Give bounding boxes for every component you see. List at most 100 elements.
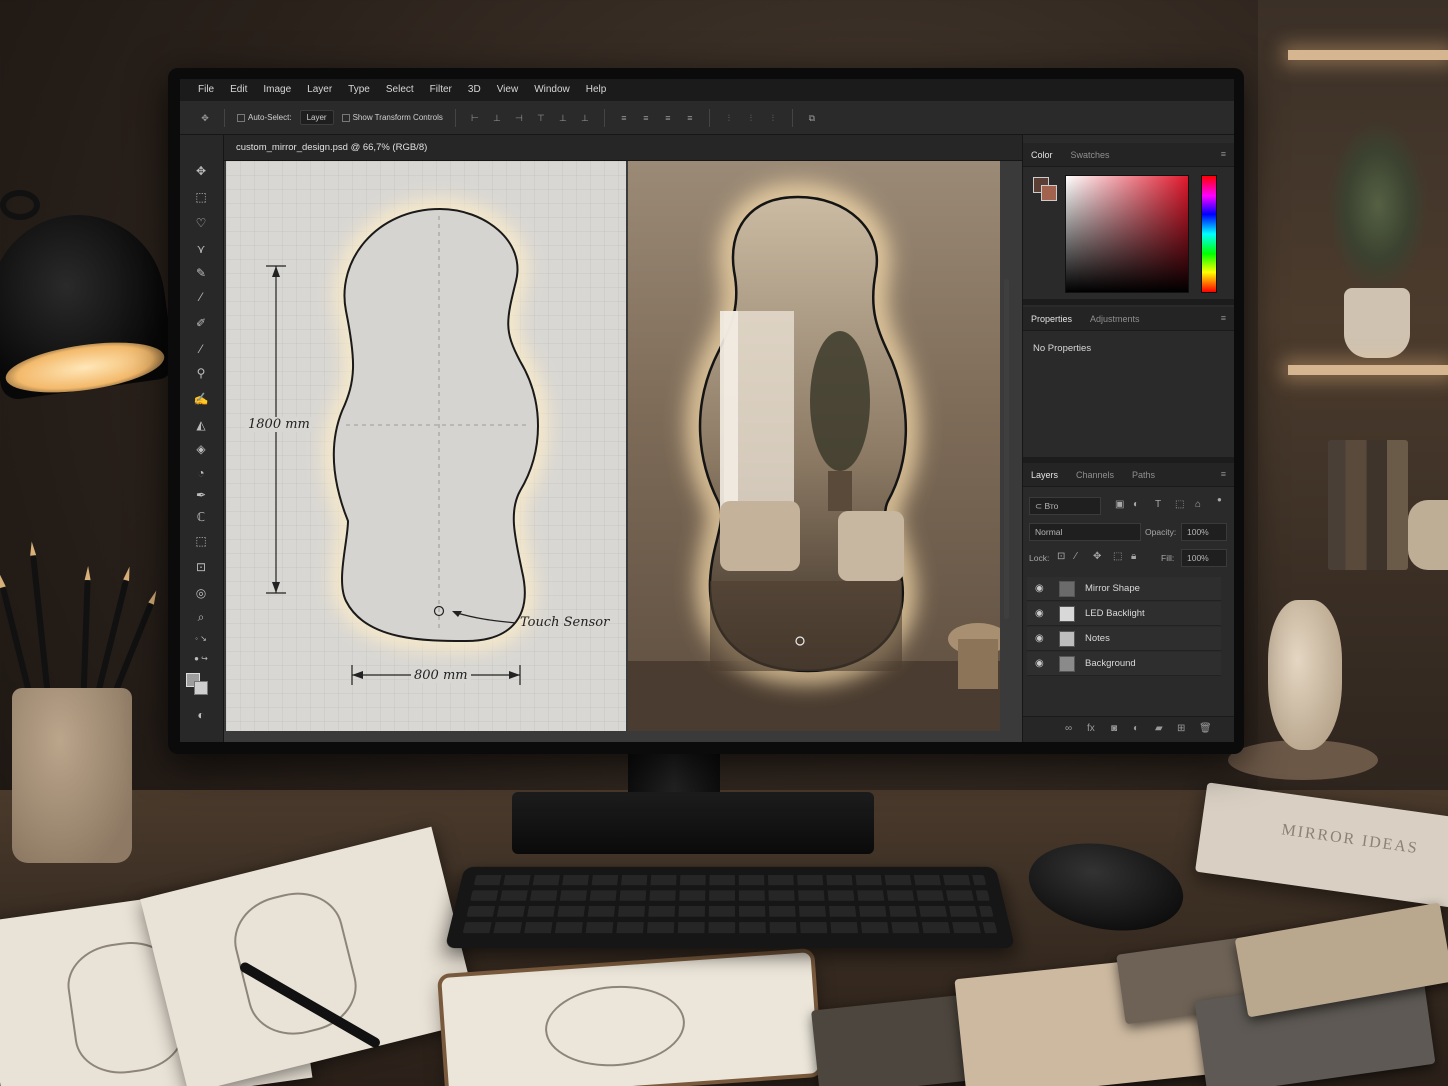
healing-brush-icon[interactable]: ✐ — [190, 313, 212, 333]
tab-layers[interactable]: Layers — [1031, 470, 1058, 480]
vertical-scrollbar[interactable] — [1004, 279, 1009, 619]
filter-smart-object-icon[interactable]: ⌂ — [1195, 499, 1201, 510]
new-adjustment-icon[interactable]: ◐ — [1133, 723, 1139, 734]
menu-help[interactable]: Help — [578, 79, 615, 101]
align-left-icon[interactable]: ⊢ — [468, 112, 482, 124]
divider — [791, 108, 793, 127]
new-group-icon[interactable]: ▰ — [1155, 723, 1163, 734]
align-right-icon[interactable]: ⊣ — [512, 112, 526, 124]
align-bottom-icon[interactable]: ⊥ — [578, 112, 592, 124]
lock-artboard-icon[interactable]: ⬚ — [1113, 551, 1122, 562]
lock-transparency-icon[interactable]: ⊡ — [1057, 551, 1065, 562]
layer-style-icon[interactable]: fx — [1087, 723, 1095, 734]
filter-shape-icon[interactable]: ⬚ — [1175, 499, 1184, 510]
menu-file[interactable]: File — [190, 79, 222, 101]
add-mask-icon[interactable]: ◙ — [1111, 723, 1117, 734]
menu-layer[interactable]: Layer — [299, 79, 340, 101]
opacity-input[interactable]: 100% — [1181, 523, 1227, 541]
layer-row-led-backlight[interactable]: ◉ LED Backlight — [1027, 602, 1221, 626]
lock-all-icon[interactable]: 🔒︎ — [1131, 551, 1136, 562]
distribute-center-icon[interactable]: ⫶ — [744, 112, 758, 124]
align-center-icon[interactable]: ⊥ — [490, 112, 504, 124]
path-select-icon[interactable]: ⊡ — [190, 557, 212, 577]
eye-icon[interactable]: ◉ — [1035, 582, 1049, 596]
background-color-icon[interactable] — [194, 681, 208, 695]
distribute-top-icon[interactable]: ≡ — [617, 112, 631, 124]
distribute-right-icon[interactable]: ⫶ — [766, 112, 780, 124]
menu-filter[interactable]: Filter — [422, 79, 460, 101]
key-row — [466, 906, 994, 917]
eraser-icon[interactable]: ◭ — [190, 415, 212, 435]
document-tab[interactable]: custom_mirror_design.psd @ 66,7% (RGB/8) — [224, 135, 1024, 161]
gradient-icon[interactable]: ◈ — [190, 439, 212, 459]
blur-icon[interactable]: ◔ — [190, 463, 212, 483]
3d-mode-icon[interactable]: ⧉ — [805, 112, 819, 124]
move-tool-icon[interactable]: ✥ — [190, 161, 212, 181]
align-middle-icon[interactable]: ⊥ — [556, 112, 570, 124]
menu-image[interactable]: Image — [255, 79, 299, 101]
blend-mode-dropdown[interactable]: Normal — [1029, 523, 1141, 541]
background-swatch[interactable] — [1041, 185, 1057, 201]
quick-select-icon[interactable]: ✎ — [190, 263, 212, 283]
link-layers-icon[interactable]: ∞ — [1065, 723, 1072, 734]
panel-menu-icon[interactable]: ≡ — [1221, 149, 1226, 159]
menu-view[interactable]: View — [489, 79, 527, 101]
eye-icon[interactable]: ◉ — [1035, 657, 1049, 671]
filter-adjustment-icon[interactable]: ◐ — [1133, 499, 1139, 510]
lock-pixels-icon[interactable]: ⁄ — [1075, 551, 1077, 562]
menu-3d[interactable]: 3D — [460, 79, 489, 101]
color-field[interactable] — [1065, 175, 1189, 293]
marquee-tool-icon[interactable]: ⬚ — [190, 187, 212, 207]
delete-layer-icon[interactable]: 🗑︎ — [1199, 723, 1212, 734]
filter-type-icon[interactable]: T — [1155, 499, 1161, 510]
auto-select-dropdown[interactable]: Layer — [299, 110, 334, 125]
layer-row-background[interactable]: ◉ Background — [1027, 652, 1221, 676]
shape-tool-icon[interactable]: ◎ — [190, 583, 212, 603]
type-tool-icon[interactable]: ⬚ — [190, 531, 212, 551]
auto-select-checkbox[interactable]: Auto-Select: — [237, 113, 292, 122]
menu-type[interactable]: Type — [340, 79, 378, 101]
clone-stamp-icon[interactable]: ⚲ — [190, 363, 212, 383]
menu-edit[interactable]: Edit — [222, 79, 255, 101]
lasso-tool-icon[interactable]: ♡ — [190, 213, 212, 233]
history-brush-icon[interactable]: ✍ — [190, 389, 212, 409]
distribute-horizontal-icon[interactable]: ⫶ — [722, 112, 736, 124]
layer-filter-dropdown[interactable]: ⊂ Вто — [1029, 497, 1101, 515]
swap-colors-icon[interactable]: ● ↪ — [190, 649, 212, 669]
dodge-icon[interactable]: ✒ — [190, 485, 212, 505]
lock-position-icon[interactable]: ✥ — [1093, 551, 1101, 562]
new-layer-icon[interactable]: ⊞ — [1177, 723, 1185, 734]
eyedropper-icon[interactable]: ⁄ — [190, 287, 212, 307]
canvas-area[interactable]: 1800 mm 800 mm Touch Sensor — [224, 161, 1022, 742]
tab-adjustments[interactable]: Adjustments — [1090, 314, 1140, 324]
tab-swatches[interactable]: Swatches — [1071, 150, 1110, 160]
layer-row-mirror-shape[interactable]: ◉ Mirror Shape — [1027, 577, 1221, 601]
pen-tool-icon[interactable]: ℂ — [190, 507, 212, 527]
move-tool-preset-icon[interactable]: ✥ — [198, 112, 212, 124]
layer-row-notes[interactable]: ◉ Notes — [1027, 627, 1221, 651]
menu-window[interactable]: Window — [526, 79, 578, 101]
distribute-bottom-icon[interactable]: ≡ — [661, 112, 675, 124]
eye-icon[interactable]: ◉ — [1035, 607, 1049, 621]
show-transform-checkbox[interactable]: Show Transform Controls — [341, 113, 443, 122]
zoom-tool-icon[interactable]: ⌕ — [190, 607, 212, 627]
distribute-middle-icon[interactable]: ≡ — [639, 112, 653, 124]
align-top-icon[interactable]: ⊤ — [534, 112, 548, 124]
tab-color[interactable]: Color — [1031, 150, 1053, 160]
tab-properties[interactable]: Properties — [1031, 314, 1072, 324]
filter-pixel-icon[interactable]: ▣ — [1115, 499, 1124, 510]
polygon-lasso-icon[interactable]: ⋎ — [190, 239, 212, 259]
hue-slider[interactable] — [1201, 175, 1217, 293]
fill-input[interactable]: 100% — [1181, 549, 1227, 567]
menu-select[interactable]: Select — [378, 79, 422, 101]
distribute-left-icon[interactable]: ≡ — [683, 112, 697, 124]
tab-channels[interactable]: Channels — [1076, 470, 1114, 480]
panel-menu-icon[interactable]: ≡ — [1221, 313, 1226, 323]
brush-tool-icon[interactable]: ⁄ — [190, 339, 212, 359]
filter-toggle-icon[interactable]: ● — [1217, 495, 1222, 504]
quick-mask-icon[interactable]: ◐ — [190, 705, 212, 725]
eye-icon[interactable]: ◉ — [1035, 632, 1049, 646]
panel-menu-icon[interactable]: ≡ — [1221, 469, 1226, 479]
default-colors-icon[interactable]: ◦ ↘ — [190, 629, 212, 649]
tab-paths[interactable]: Paths — [1132, 470, 1155, 480]
